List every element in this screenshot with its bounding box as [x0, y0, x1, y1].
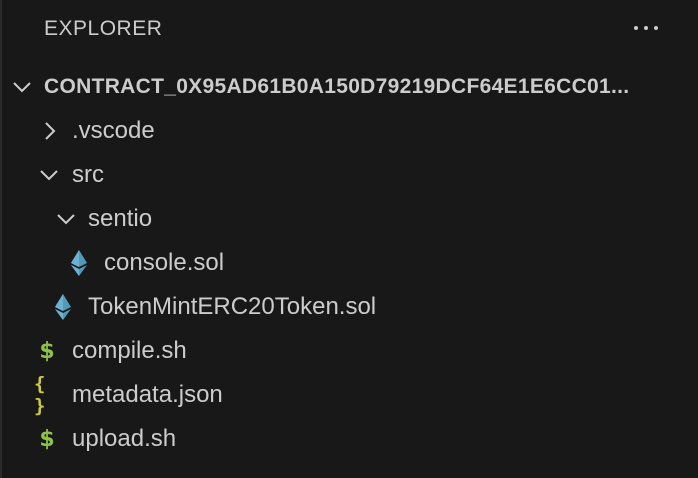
chevron-down-icon [12, 77, 32, 97]
tree-item-compile-sh[interactable]: $ compile.sh [2, 329, 698, 373]
chevron-down-icon [56, 209, 76, 229]
ellipsis-icon [634, 26, 658, 30]
tree-item-label: .vscode [72, 117, 155, 144]
json-braces-icon: { } [34, 373, 45, 417]
chevron-down-icon [39, 165, 59, 185]
tree-item-label: src [72, 161, 104, 188]
tree-item-vscode[interactable]: .vscode [2, 109, 698, 153]
tree-item-label: sentio [88, 205, 153, 232]
ethereum-icon [68, 250, 90, 276]
tree-item-console-sol[interactable]: console.sol [2, 241, 698, 285]
tree-item-src[interactable]: src [2, 153, 698, 197]
chevron-right-icon [40, 121, 60, 141]
explorer-header: EXPLORER [2, 0, 698, 60]
tree-item-label: compile.sh [72, 337, 187, 364]
tree-item-upload-sh[interactable]: $ upload.sh [2, 417, 698, 461]
tree-item-label: metadata.json [72, 381, 223, 408]
tree-item-label: console.sol [104, 249, 225, 276]
tree-item-sentio[interactable]: sentio [2, 197, 698, 241]
tree-item-label: upload.sh [72, 425, 177, 452]
explorer-title: EXPLORER [44, 17, 163, 40]
shell-dollar-icon: $ [39, 338, 55, 364]
ethereum-icon [52, 294, 74, 320]
tree-item-tokenmint-sol[interactable]: TokenMintERC20Token.sol [2, 285, 698, 329]
shell-dollar-icon: $ [39, 426, 55, 452]
more-actions-button[interactable] [632, 14, 660, 42]
tree-item-label: TokenMintERC20Token.sol [88, 293, 377, 320]
tree-root-folder[interactable]: CONTRACT_0X95AD61B0A150D79219DCF64E1E6CC… [2, 65, 698, 109]
tree-item-metadata-json[interactable]: { } metadata.json [2, 373, 698, 417]
root-folder-label: CONTRACT_0X95AD61B0A150D79219DCF64E1E6CC… [44, 75, 630, 98]
explorer-panel: EXPLORER CONTRACT_0X95AD61B0A150D79219DC… [0, 0, 698, 478]
